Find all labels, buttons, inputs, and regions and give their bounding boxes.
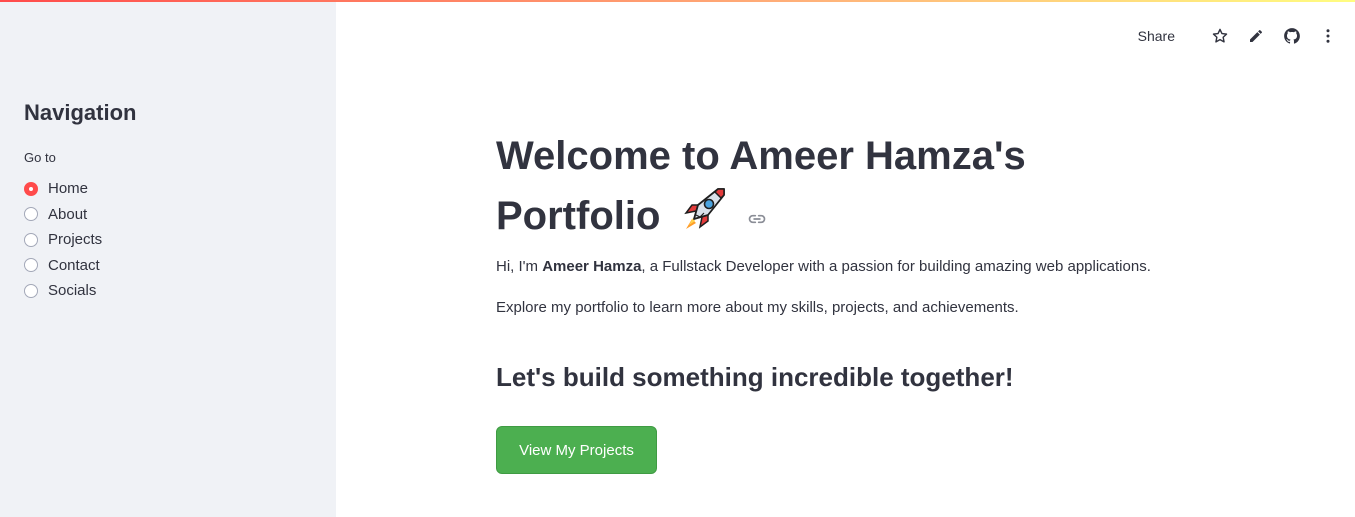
intro-prefix: Hi, I'm (496, 258, 543, 275)
radio-button[interactable] (24, 207, 38, 222)
sidebar-title: Navigation (24, 100, 137, 125)
app-toolbar: Share (1138, 24, 1337, 48)
radio-option-label: Projects (48, 231, 103, 249)
github-icon[interactable] (1283, 27, 1301, 45)
radio-option-label: Socials (48, 282, 97, 300)
pencil-icon[interactable] (1247, 27, 1265, 45)
main-content: Welcome to Ameer Hamza's Portfolio Hi, I… (496, 130, 1256, 474)
radio-option-projects[interactable]: Projects (24, 227, 102, 253)
radio-option-label: About (48, 205, 88, 223)
radio-option-about[interactable]: About (24, 202, 102, 228)
radio-option-contact[interactable]: Contact (24, 253, 102, 279)
radio-button[interactable] (24, 258, 38, 273)
radio-button[interactable] (24, 232, 38, 247)
page-title: Welcome to Ameer Hamza's Portfolio (496, 130, 1256, 249)
radio-option-label: Contact (48, 256, 100, 274)
radio-option-label: Home (48, 180, 89, 198)
navigation-radio-group: Home About Projects Contact Socials (24, 176, 102, 304)
link-icon[interactable] (747, 190, 767, 243)
intro-name: Ameer Hamza (542, 258, 642, 275)
top-decoration-bar (0, 0, 1355, 2)
page-title-line-2: Portfolio (496, 194, 661, 238)
intro-paragraph: Hi, I'm Ameer Hamza, a Fullstack Develop… (496, 258, 1151, 275)
cta-heading: Let's build something incredible togethe… (496, 362, 1014, 392)
radio-option-socials[interactable]: Socials (24, 278, 102, 304)
radio-group-label: Go to (24, 150, 56, 165)
sidebar: Navigation Go to Home About Projects Con… (0, 0, 336, 517)
star-icon[interactable] (1211, 27, 1229, 45)
page-title-line-1: Welcome to Ameer Hamza's (496, 134, 1026, 178)
radio-button[interactable] (24, 283, 38, 298)
rocket-icon (678, 183, 730, 249)
radio-option-home[interactable]: Home (24, 176, 102, 202)
share-button[interactable]: Share (1138, 28, 1175, 44)
view-projects-button[interactable]: View My Projects (496, 426, 657, 474)
radio-button-checked[interactable] (24, 181, 38, 196)
intro-suffix: , a Fullstack Developer with a passion f… (641, 258, 1151, 275)
more-vertical-icon[interactable] (1319, 27, 1337, 45)
explore-paragraph: Explore my portfolio to learn more about… (496, 299, 1019, 316)
